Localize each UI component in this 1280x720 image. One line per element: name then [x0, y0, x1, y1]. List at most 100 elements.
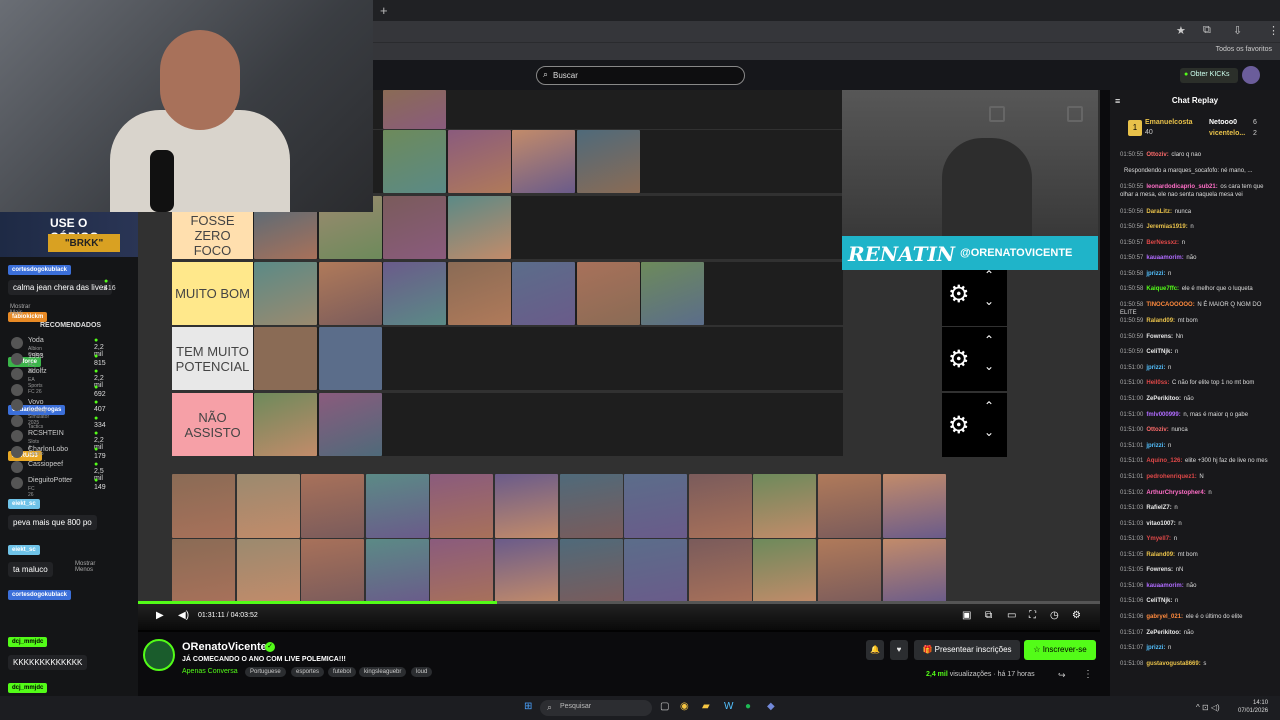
task-view-icon[interactable]: ▢ [660, 701, 669, 712]
chat-username[interactable]: jprizzi: [1146, 645, 1165, 651]
pool-thumbnail[interactable] [172, 539, 235, 603]
chevron-up-icon[interactable]: ⌃ [984, 268, 994, 282]
pool-thumbnail[interactable] [559, 474, 623, 538]
pool-thumbnail[interactable] [753, 539, 817, 603]
pool-thumbnail[interactable] [624, 474, 688, 538]
chat-username[interactable]: ArthurChrystopher4: [1146, 490, 1205, 496]
chrome-icon[interactable]: ◉ [680, 701, 689, 712]
plus-icon[interactable]: + [380, 3, 388, 18]
chat-username[interactable]: Fowrens: [1146, 567, 1173, 573]
chat-username[interactable]: Fowrens: [1146, 334, 1173, 340]
address-bar[interactable]: ★ ⧉ ⇩ ⋮ [373, 21, 1280, 42]
recommended-channel-name[interactable]: CharlonLobo [28, 446, 68, 453]
chevron-down-icon[interactable]: ⌄ [984, 294, 994, 308]
settings-gear-icon[interactable]: ⚙ [1072, 610, 1081, 621]
chat-username[interactable]: TINOCAOOOOO: [1146, 302, 1194, 308]
chat-username[interactable]: Kaique7ffc: [1146, 286, 1179, 292]
chat-username[interactable]: RafielZ7: [1146, 505, 1171, 511]
bell-icon[interactable]: 🔔 [866, 640, 884, 660]
leader-name[interactable]: Netooo0 [1209, 119, 1237, 126]
tier-thumbnail[interactable] [641, 262, 704, 325]
heart-icon[interactable]: ♥ [890, 640, 908, 660]
recommended-channel-name[interactable]: adolfz [28, 368, 47, 375]
chat-username[interactable]: jprizzi: [1146, 443, 1165, 449]
pool-thumbnail[interactable] [818, 474, 881, 538]
chat-username[interactable]: Raland09: [1146, 552, 1175, 558]
fullscreen-icon[interactable]: ⛶ [1029, 610, 1036, 621]
recommended-channel-name[interactable]: Vovo [28, 399, 44, 406]
share-icon[interactable]: ↪ [1058, 670, 1066, 681]
recommended-avatar[interactable] [11, 414, 23, 427]
tier-thumbnail[interactable] [383, 130, 446, 193]
chat-username[interactable]: Ottoziv: [1146, 427, 1168, 433]
pool-thumbnail[interactable] [301, 474, 365, 538]
tier-thumbnail[interactable] [512, 262, 575, 325]
clip-icon[interactable]: ⧉ [985, 610, 992, 621]
tier-thumbnail[interactable] [447, 196, 511, 259]
tier-thumbnail[interactable] [383, 196, 446, 259]
leader-name[interactable]: Emanuelcosta [1145, 119, 1192, 126]
recommended-channel-name[interactable]: DieguitoPotter [28, 477, 72, 484]
pool-thumbnail[interactable] [236, 539, 300, 603]
gear-icon[interactable]: ⚙ [948, 411, 970, 440]
extensions-icon[interactable]: ⧉ [1203, 24, 1211, 37]
channel-name[interactable]: ORenatoVicente [182, 641, 267, 653]
get-kicks-button[interactable]: ● Obter KICKs [1180, 68, 1238, 83]
show-more-link[interactable]: Mostrar Mais [10, 304, 30, 316]
chat-username-badge[interactable]: cortesdogokublack [8, 590, 72, 600]
recommended-channel-name[interactable]: RCSHTEIN [28, 430, 64, 437]
chat-username-badge[interactable]: cortesdogokublack [8, 265, 72, 275]
recommended-avatar[interactable] [11, 461, 23, 473]
speed-icon[interactable]: ◷ [1050, 610, 1059, 621]
discord-icon[interactable]: ◆ [767, 701, 775, 712]
tier-thumbnail[interactable] [383, 262, 446, 325]
chat-username[interactable]: CeliTNjk: [1146, 349, 1172, 355]
tier-thumbnail[interactable] [447, 262, 511, 325]
chat-username[interactable]: ZePerikitoo: [1146, 396, 1181, 402]
recommended-channel-name[interactable]: Cassiopeef [28, 461, 63, 468]
tier-thumbnail[interactable] [576, 130, 640, 193]
more-options-icon[interactable]: ⋮ [1083, 669, 1093, 680]
pool-thumbnail[interactable] [172, 474, 235, 538]
pool-thumbnail[interactable] [236, 474, 300, 538]
tier-thumbnail[interactable] [254, 393, 317, 456]
chat-username[interactable]: jprizzi: [1146, 365, 1165, 371]
recommended-avatar[interactable] [11, 476, 23, 489]
play-icon[interactable]: ▶ [156, 610, 164, 621]
windows-start-icon[interactable]: ⊞ [524, 701, 532, 712]
tier-thumbnail[interactable] [318, 262, 382, 325]
pool-thumbnail[interactable] [818, 539, 881, 603]
recommended-avatar[interactable] [11, 352, 23, 365]
chat-username[interactable]: CeliTNjk: [1146, 598, 1172, 604]
recommended-avatar[interactable] [11, 368, 23, 380]
download-icon[interactable]: ⇩ [1233, 24, 1242, 37]
chat-username[interactable]: Ymyell7: [1146, 536, 1171, 542]
tier-thumbnail[interactable] [383, 90, 446, 129]
stream-tag[interactable]: Portuguese [245, 667, 286, 677]
spotify-icon[interactable]: ● [745, 701, 751, 712]
chat-username[interactable]: jprizzi: [1146, 271, 1165, 277]
tier-thumbnail[interactable] [254, 327, 317, 390]
tier-thumbnail[interactable] [447, 130, 511, 193]
chat-username[interactable]: DaraLitz: [1146, 209, 1172, 215]
tier-thumbnail[interactable] [318, 393, 382, 456]
chat-username[interactable]: ZePerikitoo: [1146, 630, 1181, 636]
stream-tag[interactable]: esportes [291, 667, 325, 677]
chat-username[interactable]: kauaamorim: [1146, 255, 1183, 261]
tier-thumbnail[interactable] [576, 262, 640, 325]
chat-username-badge[interactable]: eiekt_sc [8, 499, 40, 509]
search-input[interactable]: ⌕ Buscar [536, 66, 745, 85]
recommended-avatar[interactable] [11, 445, 23, 458]
bookmarks-folder[interactable]: Todos os favoritos [1216, 46, 1272, 53]
gear-icon[interactable]: ⚙ [948, 345, 970, 374]
leader-name[interactable]: vicentelo... [1209, 130, 1245, 137]
taskbar-search[interactable]: ⌕ Pesquisar [540, 700, 652, 716]
pool-thumbnail[interactable] [882, 539, 946, 603]
chat-username[interactable]: fmlv000999: [1146, 412, 1180, 418]
recommended-avatar[interactable] [11, 430, 23, 442]
pool-thumbnail[interactable] [430, 539, 494, 603]
stream-tag[interactable]: kingsleaguebr [359, 667, 407, 677]
gift-subs-button[interactable]: 🎁 Presentear inscrições [914, 640, 1020, 660]
avatar[interactable] [1242, 66, 1260, 84]
pool-thumbnail[interactable] [753, 474, 817, 538]
